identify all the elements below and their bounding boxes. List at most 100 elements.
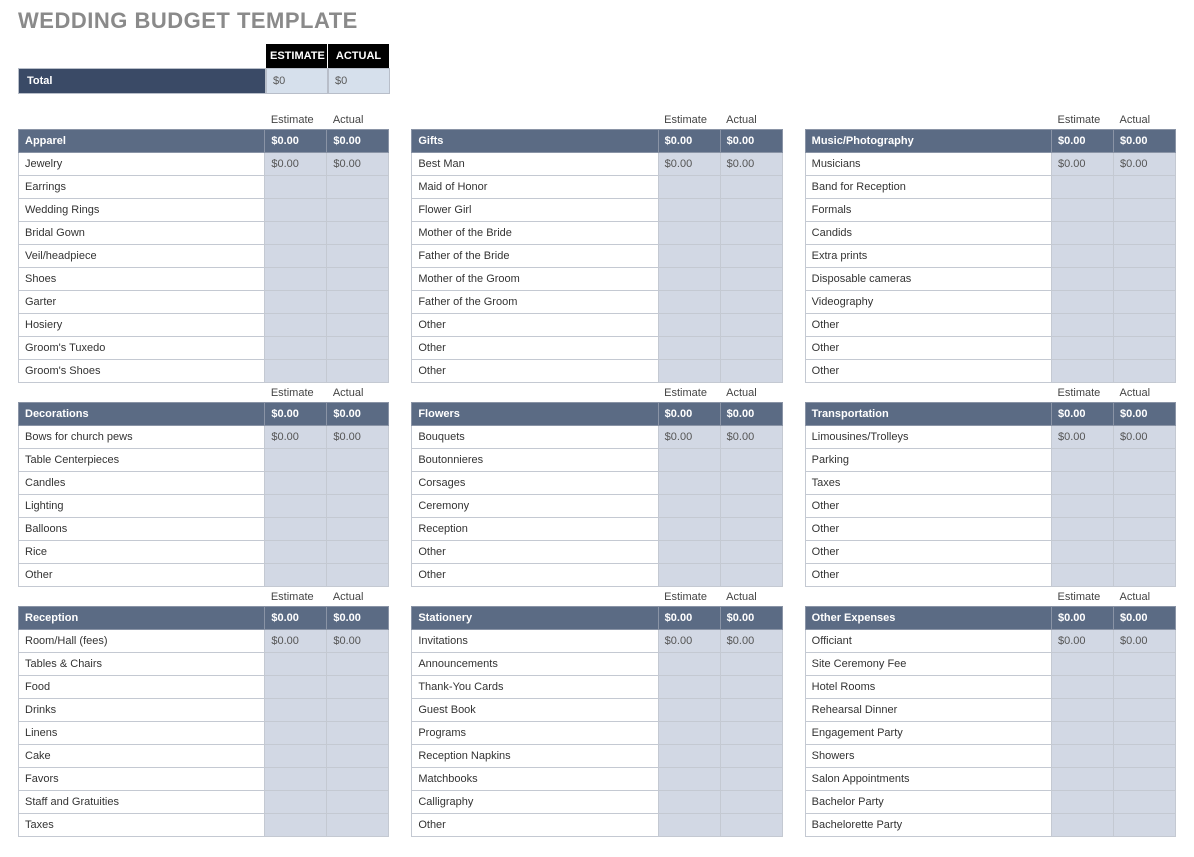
item-estimate-cell[interactable] — [1052, 676, 1114, 699]
category-subtotal-actual[interactable]: $0.00 — [1114, 403, 1176, 426]
item-name[interactable]: Veil/headpiece — [19, 245, 265, 268]
item-name[interactable]: Flower Girl — [412, 199, 658, 222]
item-name[interactable]: Cake — [19, 745, 265, 768]
item-actual-cell[interactable]: $0.00 — [720, 153, 782, 176]
item-estimate-cell[interactable] — [1052, 245, 1114, 268]
item-name[interactable]: Candids — [805, 222, 1051, 245]
item-actual-cell[interactable] — [1114, 268, 1176, 291]
item-name[interactable]: Bows for church pews — [19, 426, 265, 449]
item-estimate-cell[interactable] — [658, 676, 720, 699]
item-name[interactable]: Groom's Tuxedo — [19, 337, 265, 360]
item-name[interactable]: Bachelorette Party — [805, 814, 1051, 837]
item-name[interactable]: Other — [412, 337, 658, 360]
item-name[interactable]: Videography — [805, 291, 1051, 314]
item-actual-cell[interactable] — [327, 653, 389, 676]
item-name[interactable]: Room/Hall (fees) — [19, 630, 265, 653]
item-estimate-cell[interactable] — [1052, 814, 1114, 837]
item-name[interactable]: Other — [805, 495, 1051, 518]
item-estimate-cell[interactable] — [658, 541, 720, 564]
item-estimate-cell[interactable] — [265, 564, 327, 587]
item-name[interactable]: Other — [19, 564, 265, 587]
item-name[interactable]: Salon Appointments — [805, 768, 1051, 791]
item-name[interactable]: Other — [805, 360, 1051, 383]
category-subtotal-estimate[interactable]: $0.00 — [658, 403, 720, 426]
item-estimate-cell[interactable] — [658, 199, 720, 222]
item-estimate-cell[interactable]: $0.00 — [265, 630, 327, 653]
item-estimate-cell[interactable] — [1052, 699, 1114, 722]
item-estimate-cell[interactable] — [658, 653, 720, 676]
item-name[interactable]: Showers — [805, 745, 1051, 768]
item-actual-cell[interactable] — [1114, 449, 1176, 472]
item-actual-cell[interactable] — [327, 314, 389, 337]
item-actual-cell[interactable]: $0.00 — [327, 153, 389, 176]
item-name[interactable]: Ceremony — [412, 495, 658, 518]
item-estimate-cell[interactable] — [1052, 768, 1114, 791]
item-estimate-cell[interactable] — [1052, 653, 1114, 676]
item-actual-cell[interactable] — [327, 268, 389, 291]
category-subtotal-estimate[interactable]: $0.00 — [265, 403, 327, 426]
item-actual-cell[interactable]: $0.00 — [720, 426, 782, 449]
item-estimate-cell[interactable] — [1052, 199, 1114, 222]
item-estimate-cell[interactable] — [265, 518, 327, 541]
category-subtotal-actual[interactable]: $0.00 — [720, 403, 782, 426]
item-actual-cell[interactable] — [327, 222, 389, 245]
item-estimate-cell[interactable] — [658, 291, 720, 314]
item-actual-cell[interactable] — [327, 699, 389, 722]
item-actual-cell[interactable] — [1114, 564, 1176, 587]
item-actual-cell[interactable] — [1114, 472, 1176, 495]
item-estimate-cell[interactable]: $0.00 — [658, 630, 720, 653]
item-name[interactable]: Father of the Bride — [412, 245, 658, 268]
item-estimate-cell[interactable]: $0.00 — [265, 153, 327, 176]
item-actual-cell[interactable] — [720, 222, 782, 245]
item-estimate-cell[interactable] — [265, 199, 327, 222]
item-name[interactable]: Drinks — [19, 699, 265, 722]
item-name[interactable]: Invitations — [412, 630, 658, 653]
item-estimate-cell[interactable] — [658, 176, 720, 199]
item-estimate-cell[interactable] — [658, 768, 720, 791]
item-actual-cell[interactable] — [1114, 518, 1176, 541]
item-name[interactable]: Mother of the Groom — [412, 268, 658, 291]
item-estimate-cell[interactable] — [658, 495, 720, 518]
item-actual-cell[interactable] — [327, 291, 389, 314]
item-name[interactable]: Limousines/Trolleys — [805, 426, 1051, 449]
item-name[interactable]: Other — [805, 314, 1051, 337]
item-name[interactable]: Matchbooks — [412, 768, 658, 791]
item-estimate-cell[interactable] — [1052, 337, 1114, 360]
item-name[interactable]: Parking — [805, 449, 1051, 472]
category-subtotal-actual[interactable]: $0.00 — [1114, 607, 1176, 630]
item-name[interactable]: Bouquets — [412, 426, 658, 449]
item-actual-cell[interactable] — [327, 199, 389, 222]
item-name[interactable]: Other — [805, 518, 1051, 541]
item-name[interactable]: Other — [805, 564, 1051, 587]
item-actual-cell[interactable] — [327, 814, 389, 837]
item-name[interactable]: Musicians — [805, 153, 1051, 176]
item-actual-cell[interactable] — [720, 199, 782, 222]
item-actual-cell[interactable] — [720, 722, 782, 745]
item-actual-cell[interactable] — [327, 176, 389, 199]
item-actual-cell[interactable] — [720, 676, 782, 699]
item-name[interactable]: Lighting — [19, 495, 265, 518]
item-actual-cell[interactable] — [720, 768, 782, 791]
item-actual-cell[interactable] — [327, 745, 389, 768]
item-actual-cell[interactable]: $0.00 — [1114, 630, 1176, 653]
item-estimate-cell[interactable] — [1052, 791, 1114, 814]
item-estimate-cell[interactable] — [1052, 541, 1114, 564]
item-actual-cell[interactable] — [1114, 337, 1176, 360]
item-actual-cell[interactable] — [720, 564, 782, 587]
item-estimate-cell[interactable] — [265, 360, 327, 383]
item-estimate-cell[interactable] — [1052, 176, 1114, 199]
item-estimate-cell[interactable]: $0.00 — [658, 426, 720, 449]
item-actual-cell[interactable] — [1114, 791, 1176, 814]
item-estimate-cell[interactable] — [265, 291, 327, 314]
item-actual-cell[interactable] — [720, 268, 782, 291]
item-estimate-cell[interactable] — [265, 791, 327, 814]
item-name[interactable]: Bridal Gown — [19, 222, 265, 245]
item-estimate-cell[interactable] — [265, 722, 327, 745]
item-estimate-cell[interactable] — [265, 768, 327, 791]
item-name[interactable]: Candles — [19, 472, 265, 495]
item-name[interactable]: Taxes — [805, 472, 1051, 495]
item-name[interactable]: Band for Reception — [805, 176, 1051, 199]
item-estimate-cell[interactable] — [658, 814, 720, 837]
item-estimate-cell[interactable] — [265, 449, 327, 472]
item-actual-cell[interactable] — [720, 814, 782, 837]
